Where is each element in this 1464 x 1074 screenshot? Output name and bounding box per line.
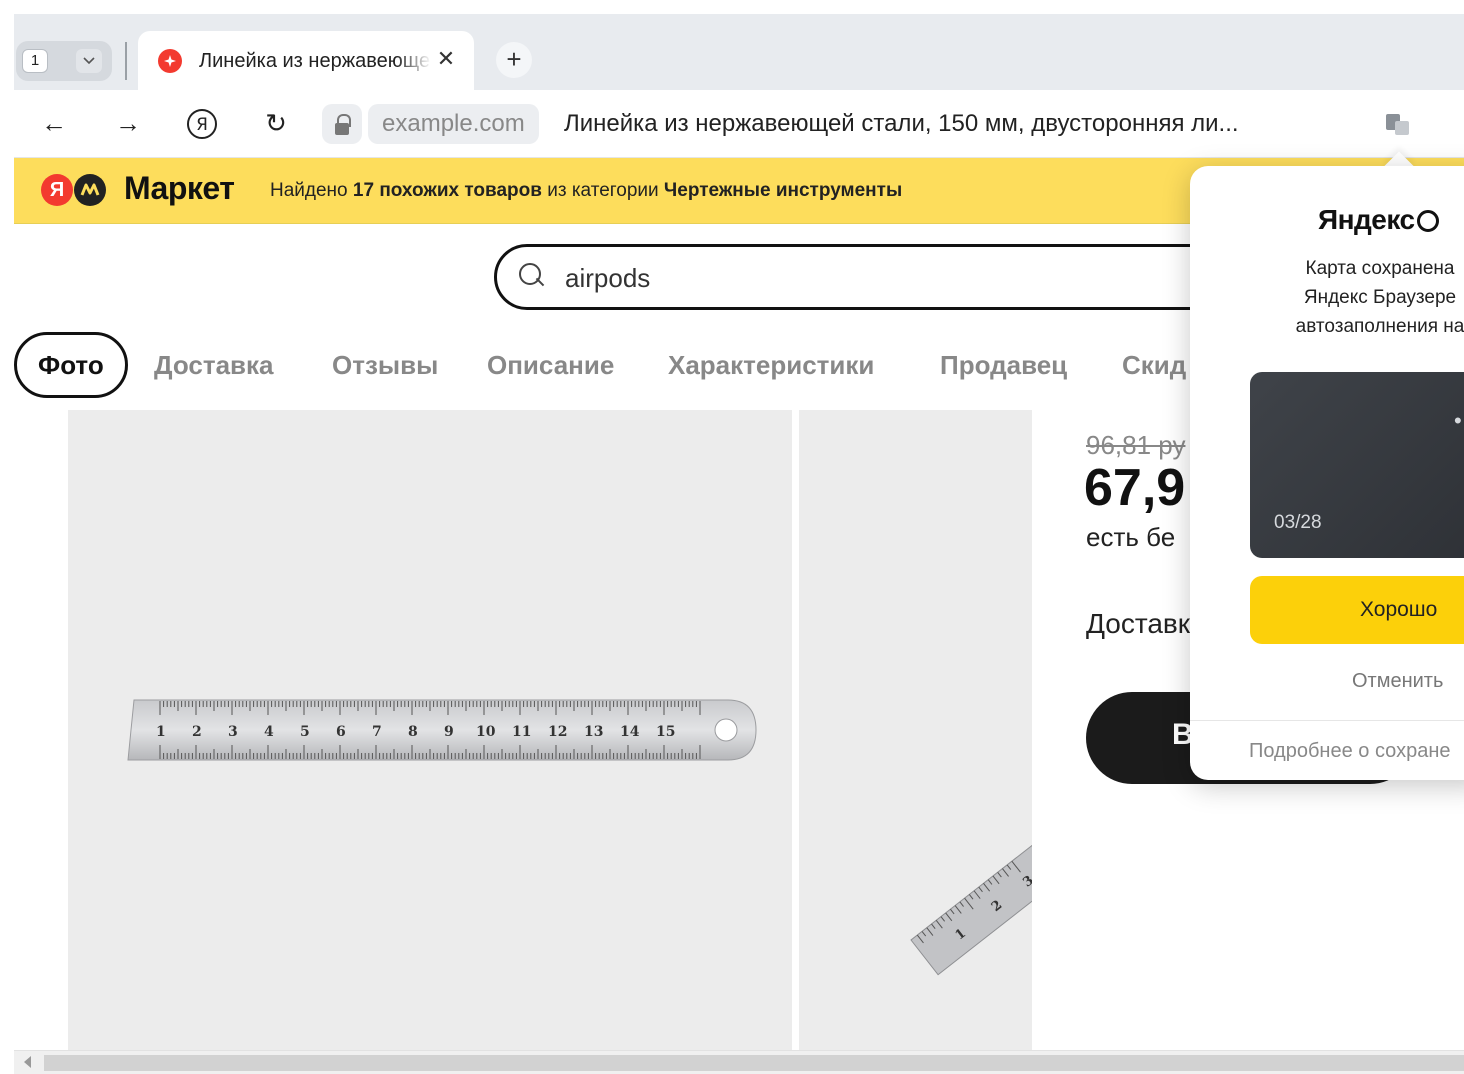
popup-message: Карта сохранена Яндекс Браузере автозапо… (1260, 254, 1464, 341)
translate-icon[interactable] (1386, 112, 1412, 138)
market-favicon-icon (158, 49, 182, 73)
address-page-title[interactable]: Линейка из нержавеющей стали, 150 мм, дв… (564, 110, 1239, 138)
new-tab-button[interactable]: + (496, 42, 532, 78)
address-domain[interactable]: example.com (368, 104, 539, 144)
popup-message-line2: Яндекс Браузере (1303, 287, 1457, 308)
found-middle: из категории (541, 180, 664, 201)
product-photo-second[interactable]: 1 2 3 (799, 410, 1032, 1050)
horizontal-scrollbar[interactable] (14, 1050, 1464, 1074)
tab-seller[interactable]: Продавец (940, 332, 1067, 398)
cancel-button[interactable]: Отменить (1352, 670, 1443, 693)
ruler-angled-image: 1 2 3 (910, 779, 1032, 976)
ruler-label: 5 (300, 724, 310, 740)
tab-title: Линейка из нержавеющей стали, 150 мм, дв… (199, 50, 431, 72)
card-number-dots: •• (1454, 408, 1464, 433)
popup-message-line1: Карта сохранена (1305, 258, 1455, 279)
similar-products-text[interactable]: Найдено 17 похожих товаров из категории … (270, 180, 902, 202)
popup-brand-text: Яндекс (1318, 204, 1415, 235)
ruler-label: 10 (476, 724, 496, 740)
close-icon[interactable]: ✕ (434, 47, 458, 71)
svg-text:Я: Я (196, 115, 208, 135)
tab-delivery[interactable]: Доставка (154, 332, 274, 398)
tab-active[interactable]: Линейка из нержавеющей стали, 150 мм, дв… (138, 31, 474, 90)
ruler-label: 6 (336, 724, 346, 740)
tab-characteristics[interactable]: Характеристики (668, 332, 874, 398)
card-expiry: 03/28 (1274, 512, 1322, 533)
ruler-label: 11 (512, 724, 531, 740)
chevron-down-icon[interactable] (76, 49, 102, 73)
popup-divider (1190, 720, 1464, 721)
ruler-image: 1 2 3 4 5 6 7 8 9 10 11 12 13 14 15 (127, 699, 757, 761)
current-price: 67,9 (1084, 459, 1186, 517)
found-count: 17 похожих товаров (352, 180, 542, 201)
ruler-label: 4 (264, 724, 274, 740)
save-card-popup: Яндекс Карта сохранена Яндекс Браузере а… (1190, 166, 1464, 780)
yandex-button[interactable]: Я (182, 104, 222, 144)
found-category: Чертежные инструменты (663, 180, 903, 201)
popup-message-line3: автозаполнения на (1295, 316, 1464, 337)
scrollbar-thumb[interactable] (44, 1055, 1464, 1071)
delivery-text[interactable]: Доставк (1086, 608, 1190, 640)
old-price: 96,81 ру (1086, 430, 1186, 460)
ruler-label: 15 (656, 724, 675, 740)
ok-button[interactable]: Хорошо (1250, 576, 1464, 644)
tab-counter[interactable]: 1 (16, 41, 112, 81)
back-button[interactable]: ← (34, 104, 74, 144)
tab-count-badge[interactable]: 1 (22, 49, 48, 73)
forward-button[interactable]: → (108, 104, 148, 144)
tab-description[interactable]: Описание (487, 332, 614, 398)
bank-card-preview: •• 03/28 (1250, 372, 1464, 558)
free-delivery-text: есть бе (1086, 522, 1176, 552)
found-prefix: Найдено (270, 180, 353, 201)
tab-photo[interactable]: Фото (14, 332, 128, 398)
tab-separator (125, 42, 127, 80)
ruler-label: 7 (372, 724, 382, 740)
more-info-link[interactable]: Подробнее о сохране (1249, 740, 1451, 763)
reload-button[interactable]: ↻ (256, 104, 296, 144)
ruler-label: 2 (192, 724, 202, 740)
ruler-label: 12 (548, 724, 567, 740)
ruler-label: 1 (156, 724, 166, 740)
ok-button-label: Хорошо (1360, 598, 1438, 621)
ruler-label: 13 (584, 724, 603, 740)
ruler-label: 8 (408, 724, 418, 740)
ruler-label: 9 (444, 724, 454, 740)
search-icon (519, 263, 547, 291)
yandex-pay-logo-icon (1416, 210, 1439, 232)
market-logo-text[interactable]: Маркет (124, 170, 235, 207)
market-logo-icon[interactable] (74, 174, 106, 206)
tab-reviews[interactable]: Отзывы (332, 332, 438, 398)
ruler-label: 14 (620, 724, 640, 740)
tab-strip: 1 Линейка из нержавеющей стали, 150 мм, … (14, 14, 1464, 90)
scroll-left-icon[interactable] (24, 1056, 31, 1068)
yandex-logo-icon[interactable]: Я (41, 174, 73, 206)
product-photo-main[interactable]: 1 2 3 4 5 6 7 8 9 10 11 12 13 14 15 (68, 410, 792, 1050)
ruler-label: 3 (228, 724, 238, 740)
tab-discounts[interactable]: Скид (1122, 332, 1186, 398)
popup-brand: Яндекс (1318, 204, 1439, 236)
search-input[interactable] (565, 259, 1165, 297)
browser-window: 1 Линейка из нержавеющей стали, 150 мм, … (14, 14, 1464, 1074)
browser-toolbar: ← → Я ↻ example.com Линейка из нержавеющ… (14, 90, 1464, 158)
lock-icon[interactable] (322, 104, 362, 144)
